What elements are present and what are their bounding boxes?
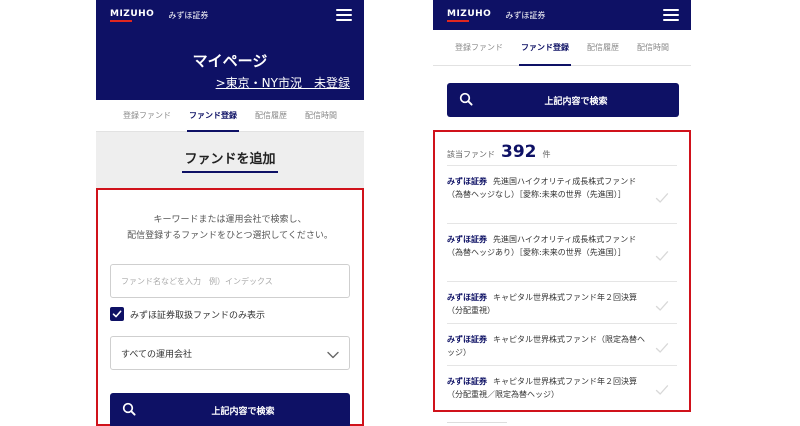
fund-result-text: みずほ証券 キャピタル世界株式ファンド年２回決算（分配重視） — [447, 291, 647, 317]
search-button-label: 上記内容で検索 — [211, 407, 275, 417]
fund-result-text: みずほ証券 先進国ハイクオリティ成長株式ファンド（為替ヘッジあり）［愛称:未来の世… — [447, 233, 647, 259]
phone-screen-search-results: MIZUHO みずほ証券 登録ファンド ファンド登録 配信履歴 配信時間 上記内… — [433, 0, 691, 426]
result-count-label: 該当ファンド — [447, 150, 495, 159]
instruction-line-1: キーワードまたは運用会社で検索し、 — [153, 215, 307, 225]
fund-result-list: みずほ証券 先進国ハイクオリティ成長株式ファンド（為替ヘッジなし）［愛称:未来の世… — [447, 165, 677, 407]
tab-bar: 登録ファンド ファンド登録 配信履歴 配信時間 — [96, 100, 364, 132]
fund-result-text: みずほ証券 キャピタル世界株式ファンド年２回決算（分配重視／限定為替ヘッジ） — [447, 375, 647, 401]
tab-fund-registration[interactable]: ファンド登録 — [187, 100, 239, 132]
check-icon[interactable] — [655, 381, 669, 400]
fund-result-item[interactable]: みずほ証券 先進国ハイクオリティ成長株式ファンド（為替ヘッジなし）［愛称:未来の世… — [447, 165, 677, 223]
chevron-down-icon — [327, 344, 339, 363]
fund-brand: みずほ証券 — [447, 293, 487, 302]
fund-result-item[interactable]: みずほ証券 先進国ハイクオリティ成長株式ファンド（為替ヘッジあり）［愛称:未来の世… — [447, 223, 677, 281]
search-icon — [459, 91, 473, 110]
mizuho-only-checkbox-row[interactable]: みずほ証券取扱ファンドのみ表示 — [110, 307, 265, 321]
fund-result-item[interactable]: みずほ証券 キャピタル世界株式ファンド（限定為替ヘッジ） — [447, 323, 677, 365]
management-company-select[interactable]: すべての運用会社 — [110, 336, 350, 370]
tab-delivery-history[interactable]: 配信履歴 — [585, 30, 621, 66]
result-count: 該当ファンド 392 件 — [447, 142, 551, 162]
search-icon — [122, 401, 136, 420]
mizuho-logo[interactable]: MIZUHO みずほ証券 — [110, 9, 209, 22]
logo-text: みずほ証券 — [505, 10, 546, 20]
check-icon[interactable] — [655, 247, 669, 266]
mizuho-logo[interactable]: MIZUHO みずほ証券 — [447, 9, 546, 22]
fund-brand: みずほ証券 — [447, 335, 487, 344]
add-fund-heading: ファンドを追加 — [96, 132, 364, 188]
select-value: すべての運用会社 — [121, 349, 193, 360]
hamburger-icon[interactable] — [336, 9, 352, 21]
title-underline — [182, 171, 278, 173]
checkbox-label: みずほ証券取扱ファンドのみ表示 — [130, 310, 266, 321]
search-results-highlight: 該当ファンド 392 件 みずほ証券 先進国ハイクオリティ成長株式ファンド（為替ヘ… — [433, 130, 691, 412]
fund-search-input[interactable] — [110, 264, 350, 298]
fund-result-item[interactable]: みずほ証券 キャピタル世界株式ファンド年２回決算（分配重視） — [447, 281, 677, 323]
instruction-line-2: 配信登録するファンドをひとつ選択してください。 — [127, 231, 333, 241]
tab-delivery-time[interactable]: 配信時間 — [303, 100, 339, 132]
market-report-link[interactable]: >東京・NY市況 未登録 — [216, 74, 350, 91]
tab-bar: 登録ファンド ファンド登録 配信履歴 配信時間 — [433, 30, 691, 66]
search-button[interactable]: 上記内容で検索 — [110, 393, 350, 426]
checkbox-checked-icon[interactable] — [110, 307, 124, 321]
app-header: MIZUHO みずほ証券 — [96, 0, 364, 30]
fund-brand: みずほ証券 — [447, 235, 487, 244]
hamburger-icon[interactable] — [663, 9, 679, 21]
fund-result-text: みずほ証券 キャピタル世界株式ファンド（限定為替ヘッジ） — [447, 333, 647, 359]
app-header: MIZUHO みずほ証券 — [433, 0, 691, 30]
fund-brand: みずほ証券 — [447, 377, 487, 386]
phone-screen-add-fund: MIZUHO みずほ証券 マイページ >東京・NY市況 未登録 登録ファンド フ… — [96, 0, 364, 426]
check-icon[interactable] — [655, 339, 669, 358]
result-count-number: 392 — [501, 142, 537, 162]
fund-brand: みずほ証券 — [447, 177, 487, 186]
search-button-label: 上記内容で検索 — [544, 96, 608, 107]
page-title: マイページ — [192, 52, 268, 70]
fund-result-text: みずほ証券 先進国ハイクオリティ成長株式ファンド（為替ヘッジなし）［愛称:未来の世… — [447, 175, 647, 201]
result-count-unit: 件 — [542, 150, 551, 159]
tab-registered-funds[interactable]: 登録ファンド — [121, 100, 173, 132]
tab-delivery-time[interactable]: 配信時間 — [635, 30, 671, 66]
tab-registered-funds[interactable]: 登録ファンド — [453, 30, 505, 66]
fund-result-item[interactable]: みずほ証券 キャピタル世界株式ファンド年２回決算（分配重視／限定為替ヘッジ） — [447, 365, 677, 407]
search-button[interactable]: 上記内容で検索 — [447, 83, 679, 117]
tab-fund-registration[interactable]: ファンド登録 — [519, 30, 571, 66]
section-title: ファンドを追加 — [184, 152, 276, 167]
logo-mark: MIZUHO — [110, 9, 155, 22]
logo-mark: MIZUHO — [447, 9, 492, 22]
tab-delivery-history[interactable]: 配信履歴 — [253, 100, 289, 132]
search-form-highlight: キーワードまたは運用会社で検索し、 配信登録するファンドをひとつ選択してください… — [96, 188, 364, 426]
logo-text: みずほ証券 — [168, 10, 209, 20]
check-icon[interactable] — [655, 189, 669, 208]
divider — [447, 422, 507, 423]
check-icon[interactable] — [655, 297, 669, 316]
mypage-banner: マイページ >東京・NY市況 未登録 — [96, 30, 364, 100]
search-instruction: キーワードまたは運用会社で検索し、 配信登録するファンドをひとつ選択してください… — [98, 212, 362, 244]
